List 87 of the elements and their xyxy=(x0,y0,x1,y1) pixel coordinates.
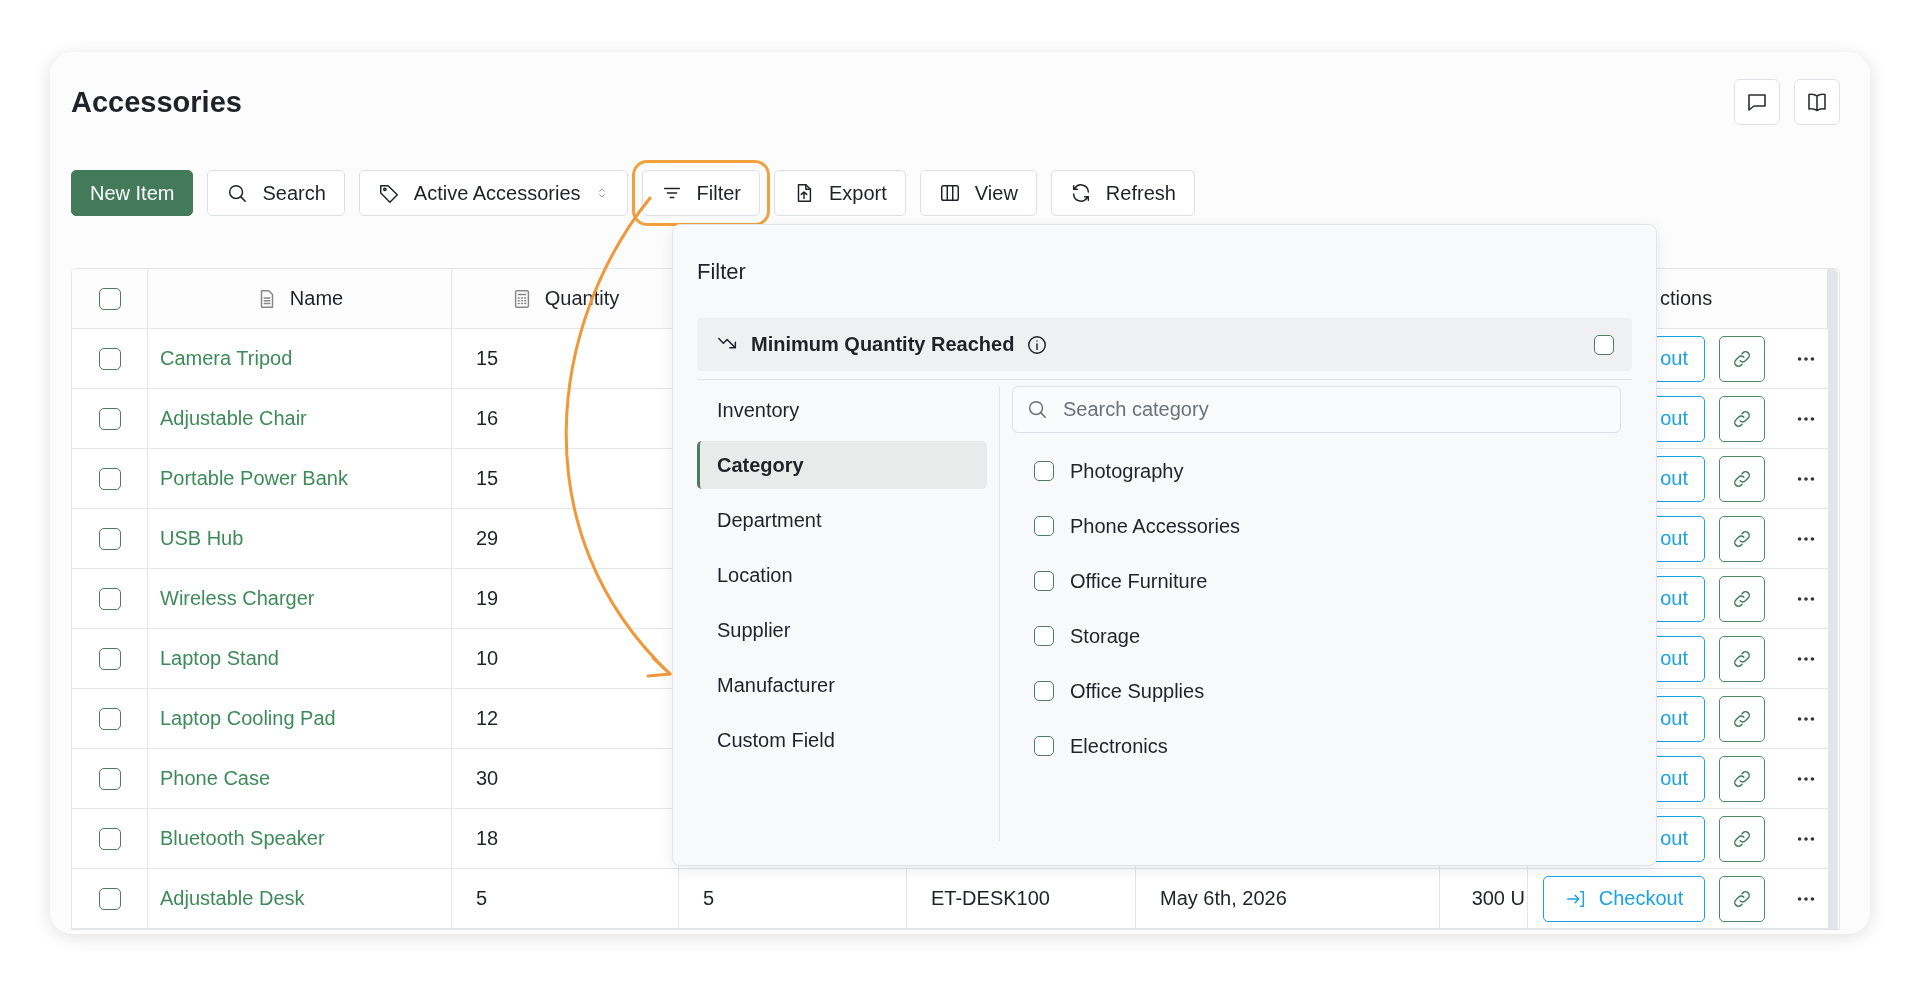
minimum-quantity-row[interactable]: Minimum Quantity Reached xyxy=(697,318,1632,371)
item-name-link[interactable]: USB Hub xyxy=(160,527,244,550)
link-button[interactable] xyxy=(1719,635,1765,682)
search-icon xyxy=(226,182,249,204)
row-checkbox[interactable] xyxy=(98,527,121,550)
table-cell: 15 xyxy=(476,347,499,370)
view-select[interactable]: Active Accessories xyxy=(358,170,628,216)
table-cell: May 6th, 2026 xyxy=(1160,887,1287,910)
column-header: ctions xyxy=(1660,287,1713,310)
link-button[interactable] xyxy=(1719,515,1765,562)
item-name-link[interactable]: Laptop Stand xyxy=(160,647,279,670)
checkbox[interactable] xyxy=(1034,681,1054,701)
checkbox[interactable] xyxy=(1034,736,1054,756)
table-cell: 30 xyxy=(476,767,499,790)
row-checkbox[interactable] xyxy=(98,887,121,910)
table-cell: 12 xyxy=(476,707,499,730)
view-button[interactable]: View xyxy=(919,170,1037,216)
link-button[interactable] xyxy=(1719,815,1765,862)
table-cell: ET-DESK100 xyxy=(931,887,1050,910)
link-button[interactable] xyxy=(1719,755,1765,802)
filter-group-item[interactable]: Supplier xyxy=(697,606,987,654)
filter-group-item[interactable]: Category xyxy=(697,441,987,489)
panel-title: Filter xyxy=(697,258,746,286)
checkbox[interactable] xyxy=(1034,516,1054,536)
link-button[interactable] xyxy=(1719,395,1765,442)
filter-group-item[interactable]: Department xyxy=(697,496,987,544)
row-checkbox[interactable] xyxy=(98,467,121,490)
link-button[interactable] xyxy=(1719,575,1765,622)
option-label: Phone Accessories xyxy=(1070,514,1241,538)
item-name-link[interactable]: Laptop Cooling Pad xyxy=(160,707,336,730)
table-cell: 5 xyxy=(476,887,488,910)
checkbox[interactable] xyxy=(1594,334,1614,355)
row-checkbox[interactable] xyxy=(98,407,121,430)
row-checkbox[interactable] xyxy=(98,767,121,790)
option-label: Electronics xyxy=(1070,734,1168,758)
item-name-link[interactable]: Camera Tripod xyxy=(160,347,293,370)
new-item-button[interactable]: New Item xyxy=(71,170,194,216)
table-cell: 18 xyxy=(476,827,499,850)
item-name-link[interactable]: Bluetooth Speaker xyxy=(160,827,325,850)
table-cell: 16 xyxy=(476,407,499,430)
row-checkbox[interactable] xyxy=(98,827,121,850)
search-button[interactable]: Search xyxy=(207,170,345,216)
row-checkbox[interactable] xyxy=(98,347,121,370)
link-button[interactable] xyxy=(1719,695,1765,742)
filter-group-item[interactable]: Inventory xyxy=(697,386,987,434)
table-cell: 29 xyxy=(476,527,499,550)
select-all-checkbox[interactable] xyxy=(98,287,121,310)
minimum-quantity-label: Minimum Quantity Reached xyxy=(751,333,1015,356)
option-label: Office Furniture xyxy=(1070,569,1208,593)
row-checkbox[interactable] xyxy=(98,647,121,670)
checkbox[interactable] xyxy=(1034,571,1054,591)
tag-icon xyxy=(377,182,400,204)
checkbox[interactable] xyxy=(1034,461,1054,481)
table-cell: 300 U xyxy=(1471,887,1525,910)
item-name-link[interactable]: Wireless Charger xyxy=(160,587,315,610)
columns-icon xyxy=(938,182,961,204)
table-cell: 10 xyxy=(476,647,499,670)
page-title: Accessories xyxy=(71,85,242,120)
scrollbar[interactable] xyxy=(1828,269,1838,929)
info-icon[interactable] xyxy=(1026,333,1049,356)
column-header[interactable]: Name xyxy=(289,287,344,310)
option-label: Photography xyxy=(1070,459,1184,483)
item-name-link[interactable]: Phone Case xyxy=(160,767,271,790)
link-button[interactable] xyxy=(1719,455,1765,502)
filter-group-item[interactable]: Location xyxy=(697,551,987,599)
table-cell: 19 xyxy=(476,587,499,610)
search-field[interactable]: Search category xyxy=(1012,386,1621,433)
row-checkbox[interactable] xyxy=(98,587,121,610)
link-button[interactable] xyxy=(1719,335,1765,382)
export-button[interactable]: Export xyxy=(774,170,906,216)
option-label: Storage xyxy=(1070,624,1141,648)
filter-group-item[interactable]: Manufacturer xyxy=(697,661,987,709)
table-cell: 5 xyxy=(703,887,715,910)
docs-button[interactable] xyxy=(1794,79,1840,125)
search-icon xyxy=(1026,398,1048,420)
book-icon xyxy=(1805,90,1829,114)
checkbox[interactable] xyxy=(1034,626,1054,646)
item-name-link[interactable]: Adjustable Desk xyxy=(160,887,305,910)
option-label: Office Supplies xyxy=(1070,679,1205,703)
item-name-link[interactable]: Adjustable Chair xyxy=(160,407,307,430)
item-name-link[interactable]: Portable Power Bank xyxy=(160,467,348,490)
comment-button[interactable] xyxy=(1734,79,1780,125)
refresh-button[interactable]: Refresh xyxy=(1050,170,1195,216)
table-cell: 15 xyxy=(476,467,499,490)
row-checkbox[interactable] xyxy=(98,707,121,730)
filter-group-item[interactable]: Custom Field xyxy=(697,716,987,764)
link-button[interactable] xyxy=(1719,875,1765,922)
